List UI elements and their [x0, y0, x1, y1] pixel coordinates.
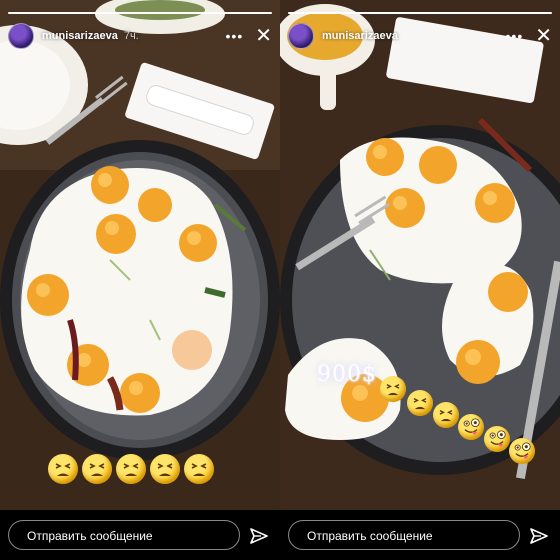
tired-face-emoji	[116, 454, 146, 484]
story-time: 7ч.	[123, 30, 139, 42]
tired-face-emoji	[48, 454, 78, 484]
story-progress-left	[8, 12, 272, 14]
progress-segment	[8, 12, 272, 14]
zany-face-emoji	[484, 426, 510, 452]
tired-face-emoji	[184, 454, 214, 484]
username[interactable]: munisarizaeva	[42, 30, 118, 42]
story-reply-bar: Отправить сообщение Отправить сообщение	[0, 510, 560, 560]
tired-face-emoji	[433, 402, 459, 428]
price-caption: 900$	[317, 362, 377, 387]
send-icon[interactable]	[250, 528, 268, 544]
progress-segment	[288, 12, 552, 14]
progress-fill	[288, 12, 552, 14]
avatar[interactable]	[8, 23, 34, 49]
send-icon[interactable]	[530, 528, 548, 544]
more-dots-icon[interactable]: •••	[226, 29, 244, 43]
avatar[interactable]	[288, 23, 314, 49]
zany-face-emoji	[509, 438, 535, 464]
tired-face-emoji	[380, 376, 406, 402]
story-viewer: munisarizaeva 7ч. ••• ✕ munisarizaeva ••…	[0, 0, 560, 560]
more-dots-icon[interactable]: •••	[506, 29, 524, 43]
story-photo-eggs-top	[0, 0, 280, 510]
tired-face-emoji	[150, 454, 180, 484]
story-header-left: munisarizaeva 7ч. ••• ✕	[8, 22, 272, 50]
zany-face-emoji	[458, 414, 484, 440]
story-panel-left[interactable]: munisarizaeva 7ч. ••• ✕	[0, 0, 280, 510]
close-icon[interactable]: ✕	[255, 26, 272, 46]
username[interactable]: munisarizaeva	[322, 30, 398, 42]
tired-face-emoji	[407, 390, 433, 416]
story-header-right: munisarizaeva ••• ✕	[288, 22, 552, 50]
progress-fill	[8, 12, 272, 14]
close-icon[interactable]: ✕	[535, 26, 552, 46]
story-progress-right	[288, 12, 552, 14]
tired-face-emoji	[82, 454, 112, 484]
message-input-right[interactable]: Отправить сообщение	[288, 520, 520, 550]
story-panel-right[interactable]: munisarizaeva ••• ✕ 900$	[280, 0, 560, 510]
message-input-left[interactable]: Отправить сообщение	[8, 520, 240, 550]
story-photo-eggs-cut	[280, 0, 560, 510]
